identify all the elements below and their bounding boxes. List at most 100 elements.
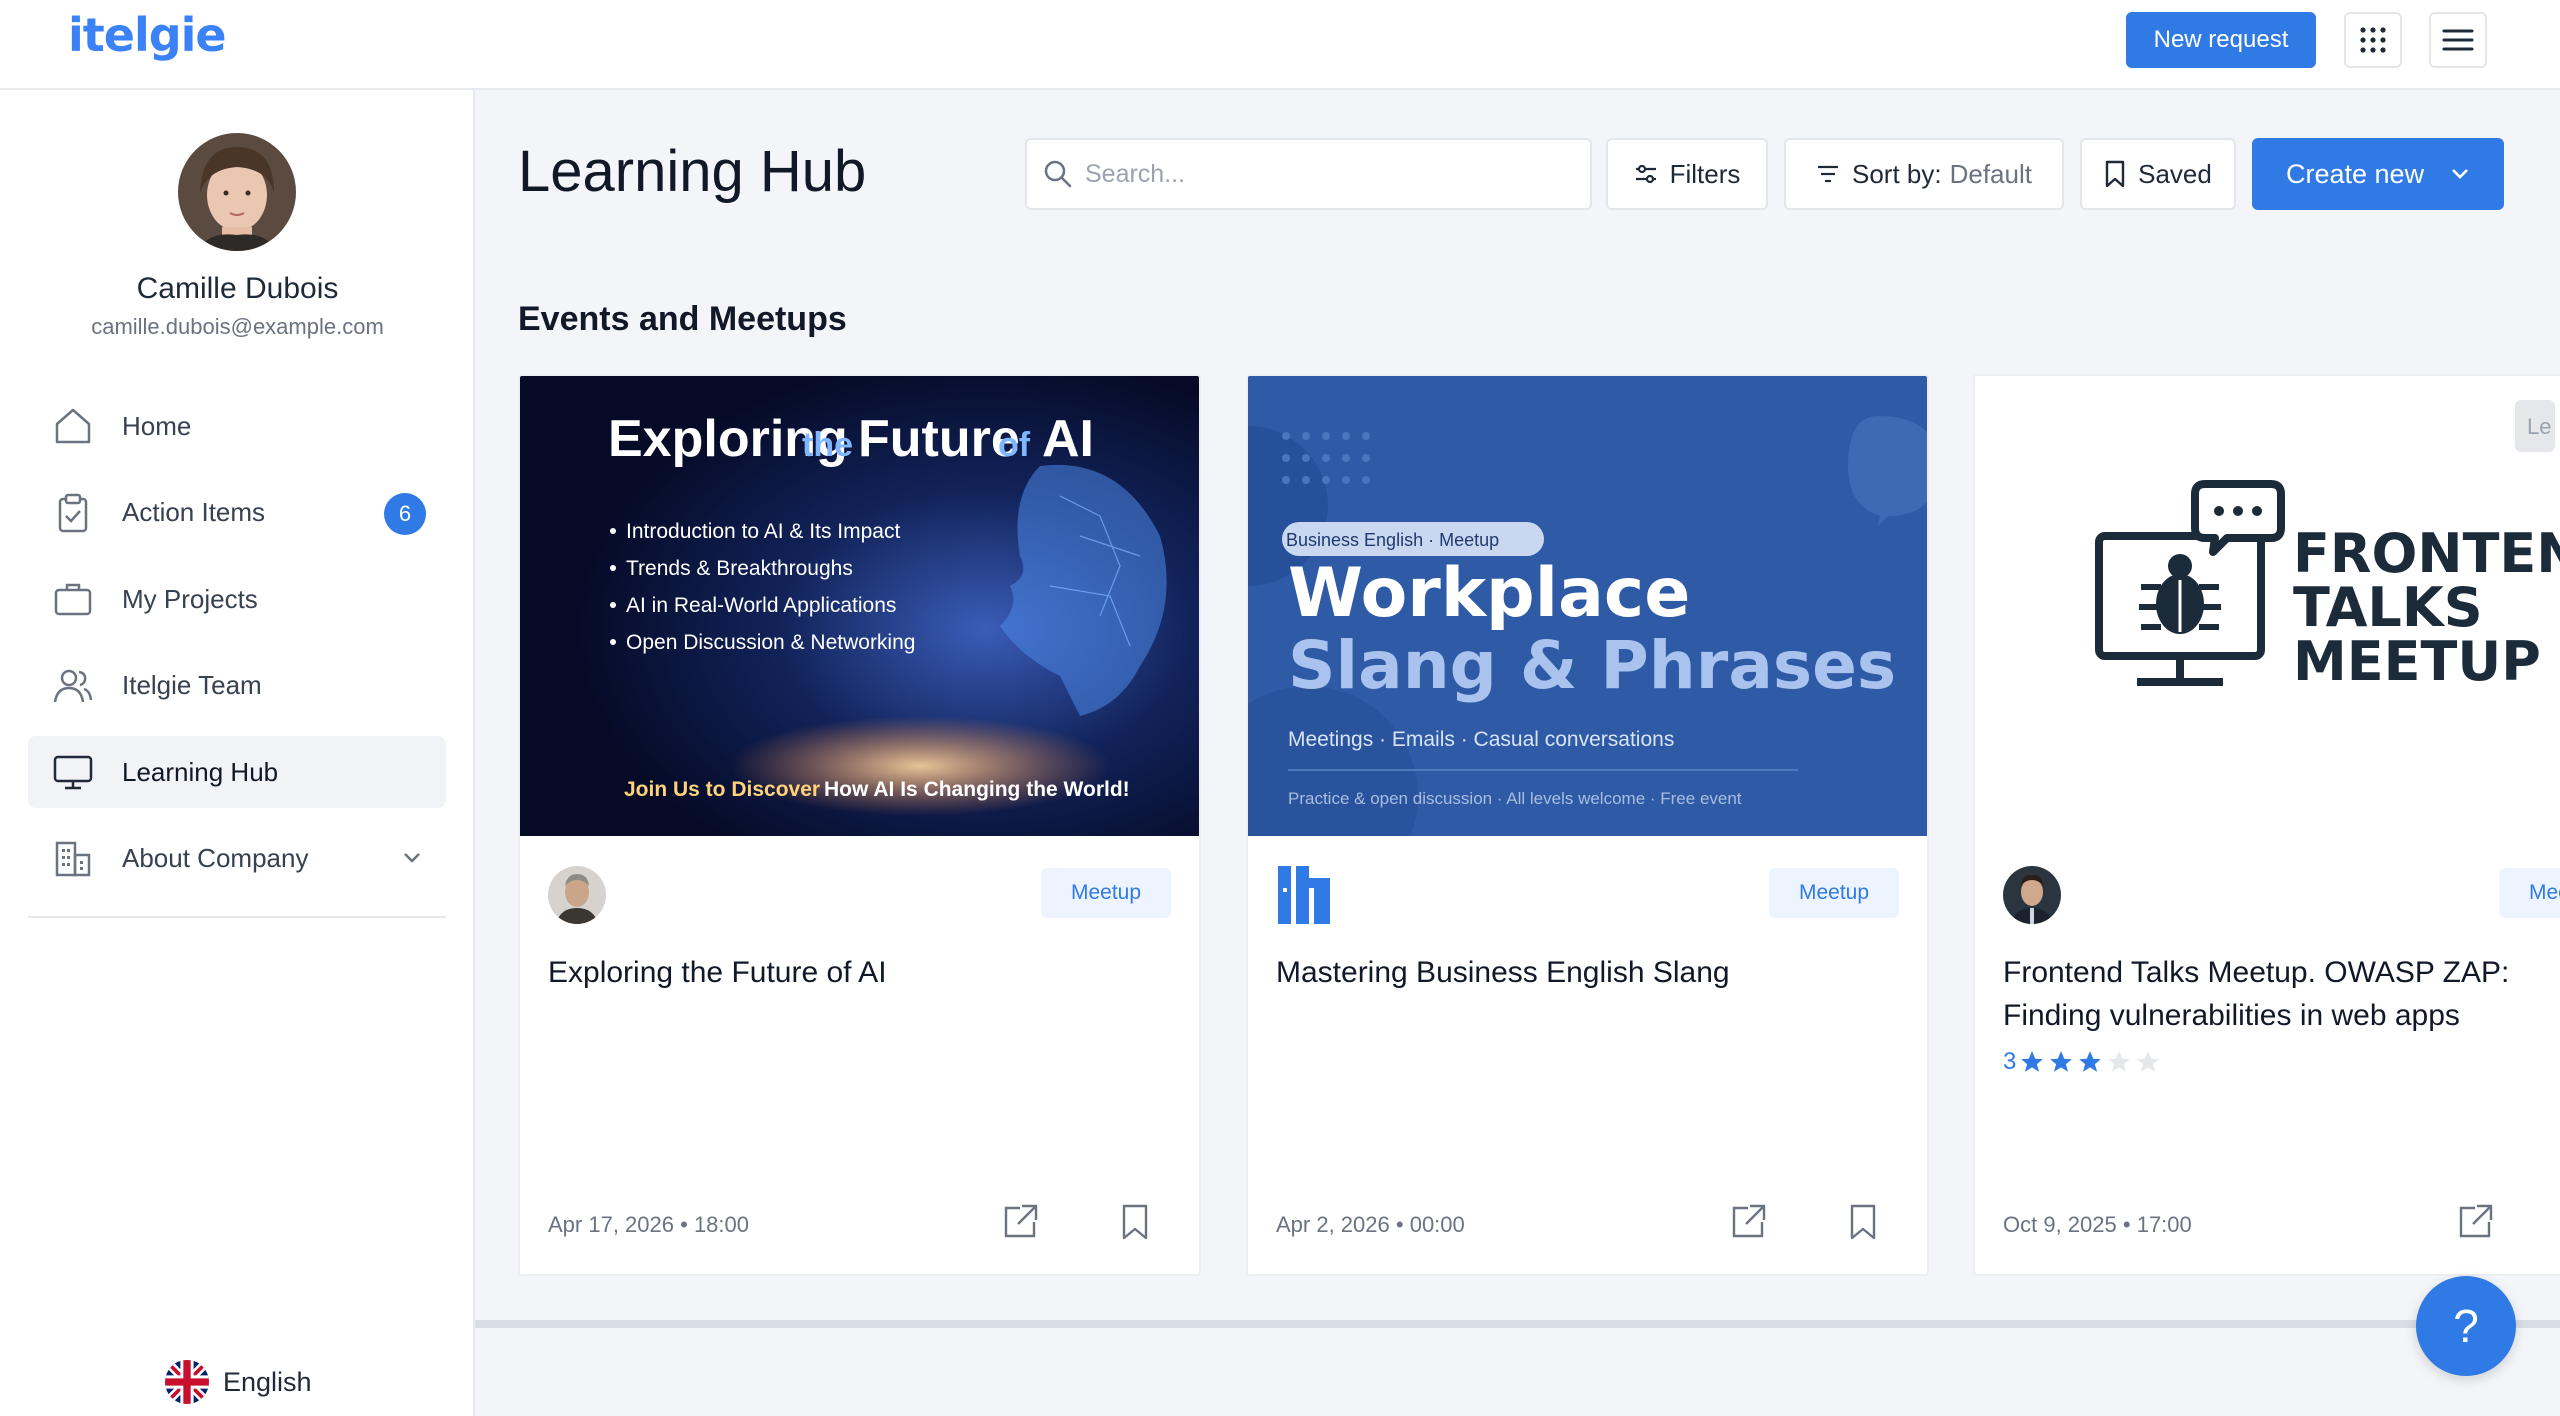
search-input[interactable] xyxy=(1085,159,1565,189)
users-icon xyxy=(52,665,94,707)
uk-flag-icon xyxy=(165,1360,209,1404)
user-name: Camille Dubois xyxy=(136,272,339,305)
banner-footer: Practice & open discussion · All levels … xyxy=(1288,789,1742,808)
event-banner-image[interactable]: Business English · Meetup Workplace Slan… xyxy=(1248,376,1927,836)
open-external-icon[interactable] xyxy=(1000,1202,1040,1242)
event-card[interactable]: Business English · Meetup Workplace Slan… xyxy=(1246,374,1929,1276)
bookmark-icon xyxy=(2105,160,2125,188)
home-icon xyxy=(52,405,94,447)
sidebar-item-label: Learning Hub xyxy=(122,756,279,787)
hamburger-menu-icon xyxy=(2442,29,2474,51)
itelgie-logo[interactable]: itelgie xyxy=(68,8,227,62)
event-title[interactable]: Mastering Business English Slang xyxy=(1276,951,1916,994)
sliders-icon xyxy=(1635,164,1656,184)
page-title: Learning Hub xyxy=(518,139,867,204)
event-date: Apr 17, 2026 xyxy=(548,1212,674,1237)
sidebar-item-itelgie-team[interactable]: Itelgie Team xyxy=(28,650,446,722)
author-avatar[interactable] xyxy=(2003,866,2061,924)
monitor-icon xyxy=(52,751,94,793)
sort-button[interactable]: Sort by: Default xyxy=(1784,138,2064,210)
event-time: 00:00 xyxy=(1409,1212,1465,1237)
star-empty-icon xyxy=(2108,1051,2131,1072)
sidebar-divider xyxy=(28,916,446,918)
banner-heading-the: the xyxy=(802,426,853,464)
banner-chip: Business English · Meetup xyxy=(1286,530,1499,550)
building-icon xyxy=(52,838,94,880)
sort-label: Sort by: xyxy=(1852,158,1942,189)
action-items-count-badge: 6 xyxy=(384,492,426,535)
corner-label: Le xyxy=(2527,414,2551,439)
event-rating: 3 xyxy=(2003,1048,2161,1076)
user-email: camille.dubois@example.com xyxy=(91,314,384,339)
sidebar-item-label: About Company xyxy=(122,843,309,873)
event-type-tag: Meetup xyxy=(1041,868,1171,918)
chevron-down-icon[interactable] xyxy=(400,845,424,869)
event-datetime: Apr 17, 2026 • 18:00 xyxy=(548,1212,749,1238)
event-datetime: Oct 9, 2025 • 17:00 xyxy=(2003,1212,2192,1238)
search-box[interactable] xyxy=(1025,138,1592,210)
banner-footer-b: How AI Is Changing the World! xyxy=(824,778,1130,801)
event-date: Oct 9, 2025 xyxy=(2003,1212,2117,1237)
event-title[interactable]: Frontend Talks Meetup. OWASP ZAP: Findin… xyxy=(2003,951,2560,1037)
author-avatar[interactable] xyxy=(548,866,606,924)
saved-label: Saved xyxy=(2138,158,2212,189)
chevron-down-icon xyxy=(2452,169,2468,179)
event-banner-image[interactable]: FRONTEND TALKS MEETUP Le xyxy=(1975,376,2560,836)
filters-label: Filters xyxy=(1669,158,1741,189)
language-label: English xyxy=(223,1366,312,1397)
event-card[interactable]: Exploring the Future of AI Introduction … xyxy=(518,374,1201,1276)
sidebar-item-action-items[interactable]: Action Items 6 xyxy=(28,477,446,549)
briefcase-icon xyxy=(52,578,94,620)
event-banner-image[interactable]: Exploring the Future of AI Introduction … xyxy=(520,376,1199,836)
sidebar-item-my-projects[interactable]: My Projects xyxy=(28,563,446,635)
event-type-tag: Meetup xyxy=(1769,868,1899,918)
help-button[interactable]: ? xyxy=(2416,1276,2516,1376)
banner-heading-ai: AI xyxy=(1042,410,1094,468)
banner-line-2: Slang & Phrases xyxy=(1288,627,1896,704)
event-datetime: Apr 2, 2026 • 00:00 xyxy=(1276,1212,1465,1238)
sort-lines-icon xyxy=(1818,165,1838,183)
sidebar-item-about-company[interactable]: About Company xyxy=(28,823,446,895)
open-external-icon[interactable] xyxy=(1728,1202,1768,1242)
filters-button[interactable]: Filters xyxy=(1606,138,1768,210)
star-filled-icon xyxy=(2079,1051,2102,1072)
star-empty-icon xyxy=(2137,1051,2160,1072)
event-title[interactable]: Exploring the Future of AI xyxy=(548,951,1188,994)
banner-line-1: Workplace xyxy=(1288,554,1690,633)
open-external-icon[interactable] xyxy=(2455,1202,2495,1242)
rating-value: 3 xyxy=(2003,1048,2017,1075)
horizontal-scrollbar[interactable] xyxy=(475,1320,2560,1328)
user-avatar[interactable] xyxy=(178,133,296,251)
banner-subtitle: Meetings · Emails · Casual conversations xyxy=(1288,728,1674,751)
event-card[interactable]: FRONTEND TALKS MEETUP Le Meetup Frontend… xyxy=(1973,374,2560,1276)
bookmark-icon[interactable] xyxy=(1115,1202,1155,1242)
banner-bullet: AI in Real-World Applications xyxy=(626,594,896,617)
sidebar-item-home[interactable]: Home xyxy=(28,390,446,462)
apps-grid-button[interactable] xyxy=(2344,12,2402,68)
banner-heading-future: Future xyxy=(858,410,1020,468)
itelgie-logo-icon[interactable] xyxy=(1276,866,1334,924)
star-filled-icon xyxy=(2021,1051,2044,1072)
banner-heading-of: of xyxy=(998,426,1031,464)
saved-button[interactable]: Saved xyxy=(2080,138,2236,210)
separator-dot: • xyxy=(1395,1212,1410,1237)
bookmark-icon[interactable] xyxy=(1843,1202,1883,1242)
sidebar-item-label: Itelgie Team xyxy=(122,670,262,700)
separator-dot: • xyxy=(680,1212,694,1237)
new-request-button[interactable]: New request xyxy=(2126,12,2316,68)
sidebar-item-label: Home xyxy=(122,410,192,441)
sidebar: Camille Dubois camille.dubois@example.co… xyxy=(0,90,475,1416)
menu-button[interactable] xyxy=(2429,12,2487,68)
star-filled-icon xyxy=(2050,1051,2073,1072)
sort-value: Default xyxy=(1949,158,2032,189)
sidebar-item-learning-hub[interactable]: Learning Hub xyxy=(28,736,446,808)
top-bar: itelgie New request xyxy=(0,0,2560,90)
apps-grid-icon xyxy=(2360,27,2386,53)
clipboard-check-icon xyxy=(52,492,94,534)
banner-bullet: Trends & Breakthroughs xyxy=(626,557,853,580)
banner-line-3: MEETUP xyxy=(2293,630,2541,693)
banner-bullet: Introduction to AI & Its Impact xyxy=(626,520,900,543)
language-selector[interactable]: English xyxy=(165,1360,312,1404)
event-date: Apr 2, 2026 xyxy=(1276,1212,1390,1237)
create-new-button[interactable]: Create new xyxy=(2252,138,2504,210)
